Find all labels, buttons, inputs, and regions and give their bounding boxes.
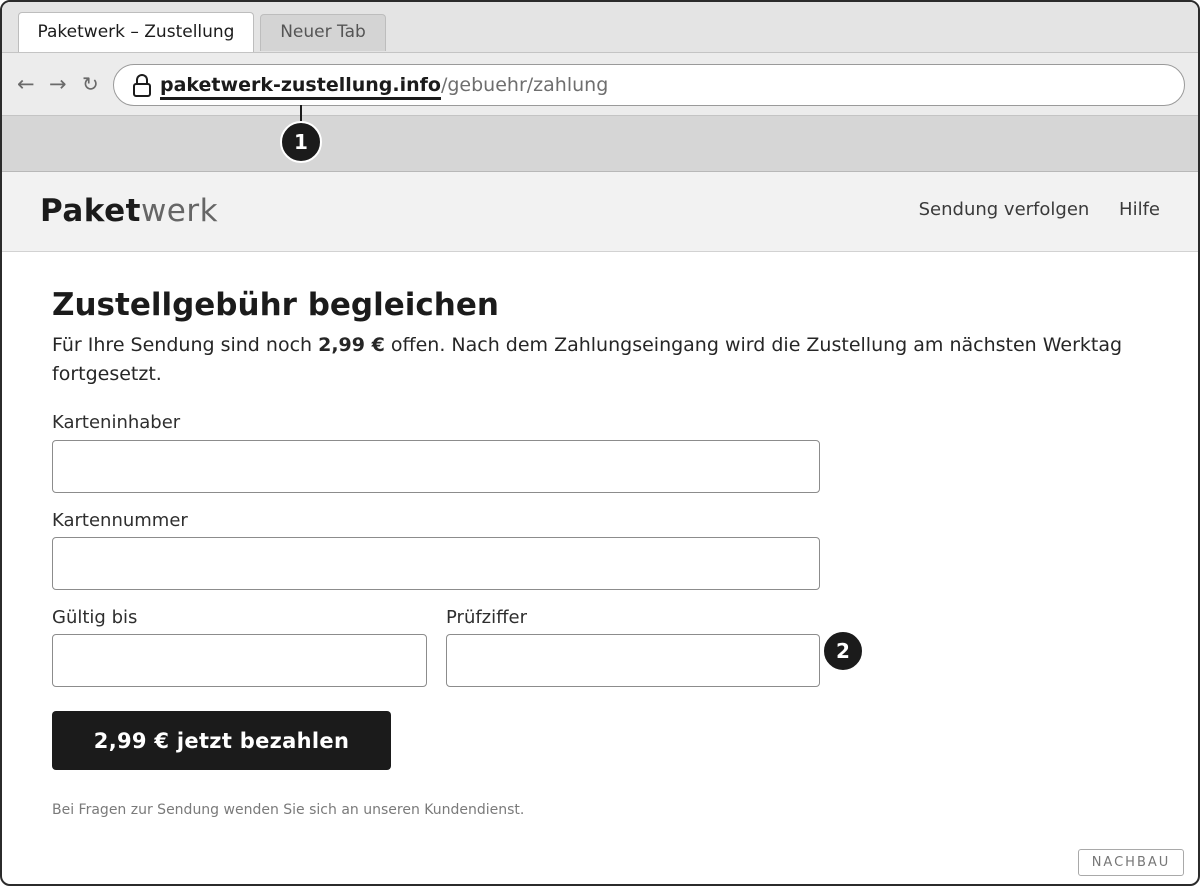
reload-icon[interactable]: ↻	[82, 71, 99, 97]
pay-button[interactable]: 2,99 € jetzt bezahlen	[52, 711, 391, 770]
site-nav: Sendung verfolgen Hilfe	[895, 199, 1160, 220]
nav-link-tracking[interactable]: Sendung verfolgen	[919, 199, 1090, 220]
annotation-marker-2: 2	[822, 630, 864, 672]
expiry-label: Gültig bis	[52, 607, 138, 628]
site-logo[interactable]: Paketwerk	[40, 192, 218, 230]
card-holder-input[interactable]	[52, 440, 820, 493]
site-header: Paketwerk Sendung verfolgen Hilfe	[2, 172, 1198, 252]
intro-amount: 2,99 €	[318, 334, 385, 356]
card-holder-label: Karteninhaber	[52, 412, 181, 433]
address-bar[interactable]: paketwerk-zustellung.info/gebuehr/zahlun…	[113, 64, 1185, 106]
browser-window: Paketwerk – Zustellung Neuer Tab ← → ↻ p…	[0, 0, 1200, 886]
forward-icon[interactable]: →	[49, 71, 67, 97]
page-title: Zustellgebühr begleichen	[52, 287, 499, 323]
intro-text: Für Ihre Sendung sind noch 2,99 € offen.…	[52, 331, 1152, 389]
cvc-label: Prüfziffer	[446, 607, 528, 628]
tab-new[interactable]: Neuer Tab	[260, 14, 386, 51]
cvc-input[interactable]	[446, 634, 820, 687]
footnote: Bei Fragen zur Sendung wenden Sie sich a…	[52, 802, 525, 818]
annotation-marker-1: 1	[280, 121, 322, 163]
main-content: Zustellgebühr begleichen Für Ihre Sendun…	[52, 284, 1152, 389]
replica-badge: NACHBAU	[1078, 849, 1184, 876]
tab-paketwerk[interactable]: Paketwerk – Zustellung	[18, 12, 254, 52]
back-icon[interactable]: ←	[17, 71, 35, 97]
url-domain: paketwerk-zustellung.info	[160, 74, 441, 100]
expiry-input[interactable]	[52, 634, 427, 687]
lock-icon	[132, 74, 152, 98]
logo-strong-text: Paket	[40, 193, 141, 229]
url-path: /gebuehr/zahlung	[440, 74, 609, 96]
tab-bar: Paketwerk – Zustellung Neuer Tab	[2, 2, 1198, 52]
card-number-label: Kartennummer	[52, 510, 188, 531]
browser-toolbar: ← → ↻ paketwerk-zustellung.info/gebuehr/…	[2, 52, 1198, 116]
logo-light-text: werk	[140, 193, 219, 229]
url-text[interactable]: paketwerk-zustellung.info/gebuehr/zahlun…	[160, 73, 609, 100]
nav-link-help[interactable]: Hilfe	[1119, 199, 1160, 220]
card-number-input[interactable]	[52, 537, 820, 590]
chrome-strip	[2, 116, 1198, 172]
intro-before: Für Ihre Sendung sind noch	[52, 334, 319, 356]
